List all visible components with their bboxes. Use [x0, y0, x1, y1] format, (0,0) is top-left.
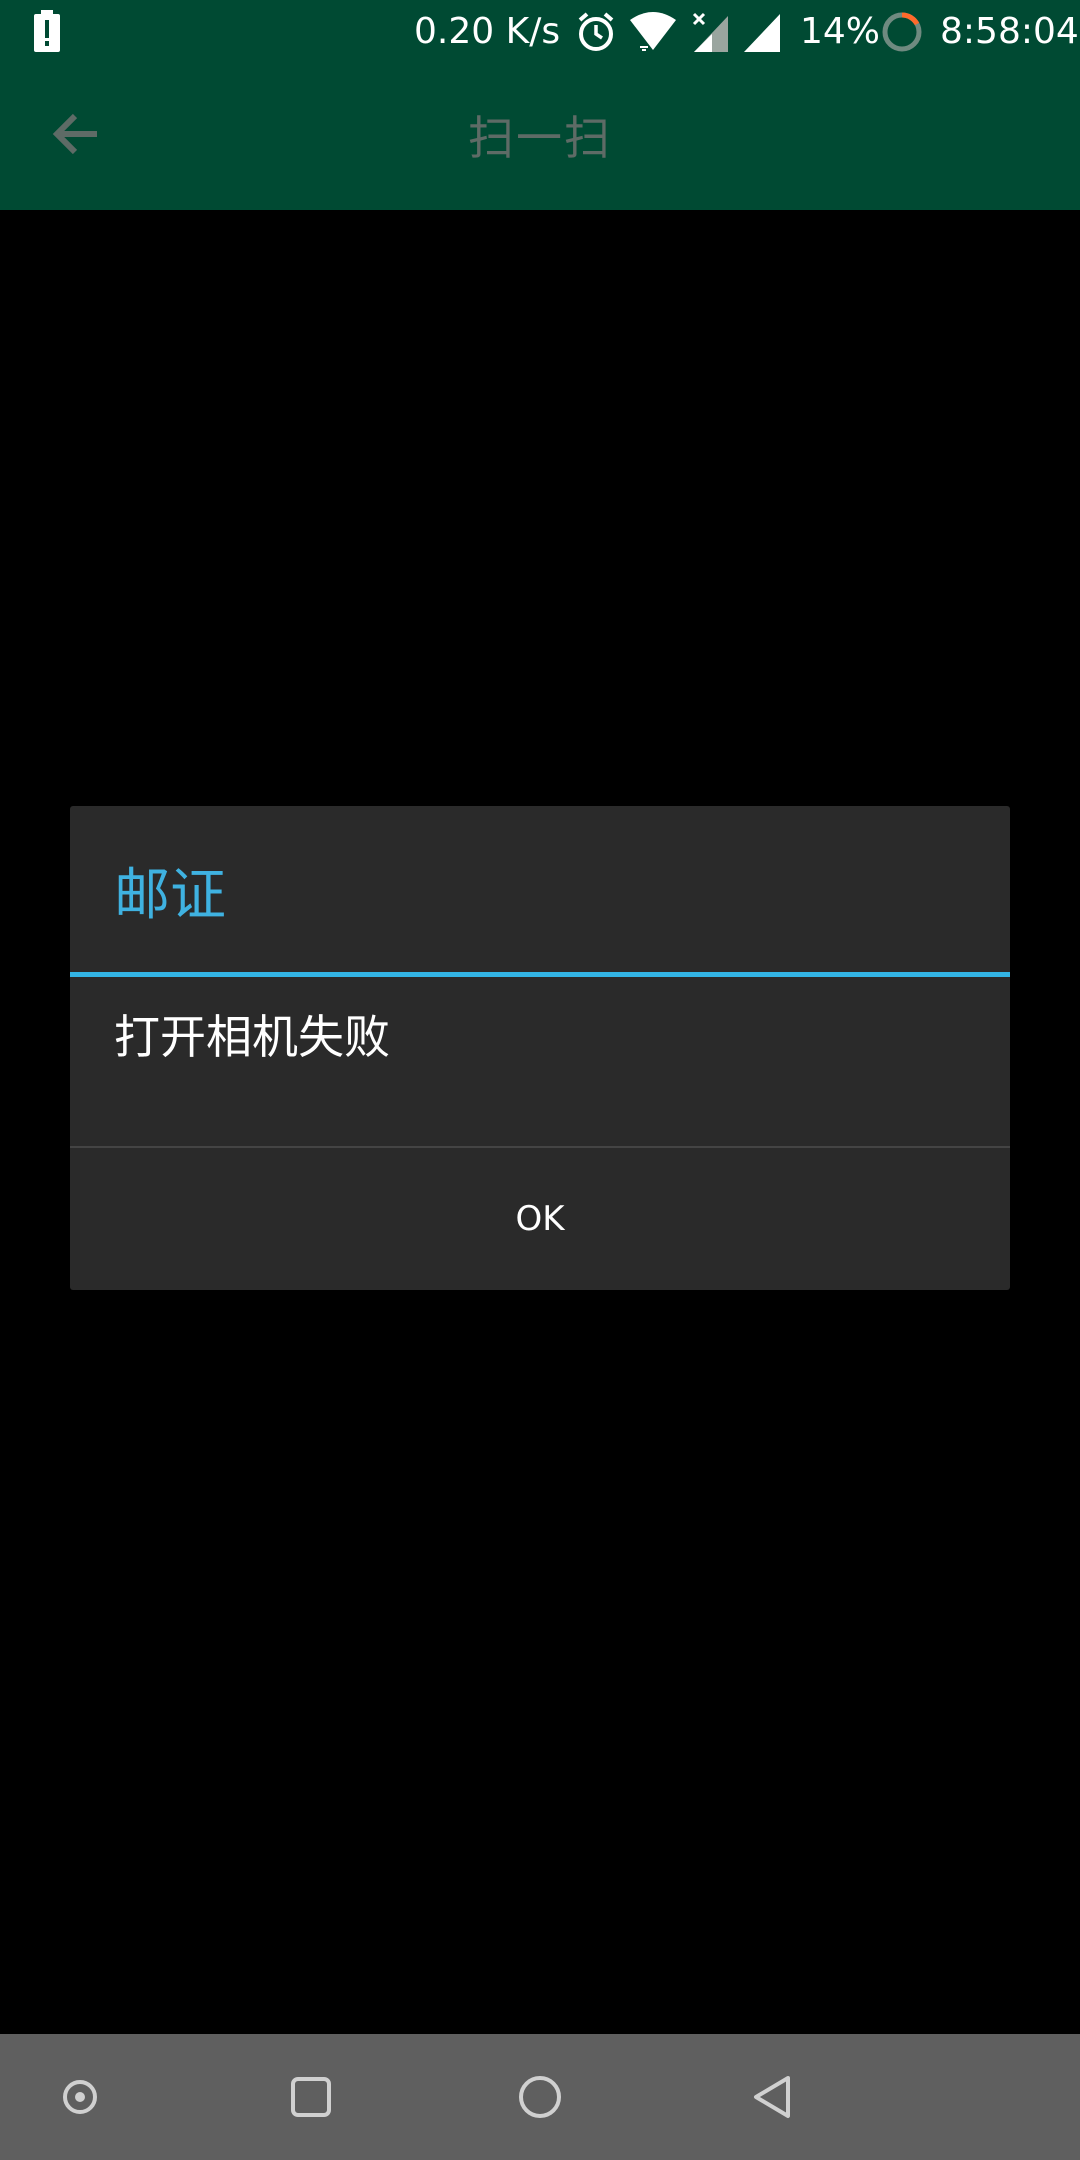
signal-icon [744, 14, 780, 52]
recents-square-icon [291, 2077, 331, 2117]
back-triangle-icon [754, 2076, 790, 2118]
dialog-message: 打开相机失败 [114, 1010, 390, 1064]
back-button[interactable] [36, 104, 116, 164]
alert-dialog: 邮证 打开相机失败 OK [70, 806, 1010, 1290]
arrow-left-icon [52, 113, 97, 155]
battery-ring-icon [882, 12, 922, 52]
network-speed: 0.20 K/s [414, 11, 561, 52]
home-circle-icon [519, 2076, 561, 2118]
signal-no-data-icon [692, 12, 728, 52]
screen: 0.20 K/s 14% 8:58:04 扫一扫 邮证 打开相机失败 OK [0, 0, 1080, 2160]
assist-dot-icon [63, 2080, 97, 2114]
navigation-bar [0, 2034, 1080, 2160]
alarm-icon [578, 12, 614, 51]
status-clock: 8:58:04 [940, 11, 1079, 52]
assist-button[interactable] [40, 2057, 120, 2137]
recents-button[interactable] [271, 2057, 351, 2137]
dialog-title-divider [70, 972, 1010, 977]
back-nav-button[interactable] [732, 2057, 812, 2137]
battery-percent: 14% [800, 11, 881, 52]
status-bar: 0.20 K/s 14% 8:58:04 [0, 0, 1080, 66]
page-title: 扫一扫 [468, 111, 612, 165]
home-button[interactable] [500, 2057, 580, 2137]
app-bar: 扫一扫 [0, 66, 1080, 210]
ok-button[interactable]: OK [70, 1148, 1010, 1290]
dialog-title: 邮证 [114, 863, 226, 928]
wifi-icon [630, 12, 676, 51]
battery-alert-icon [34, 10, 60, 52]
